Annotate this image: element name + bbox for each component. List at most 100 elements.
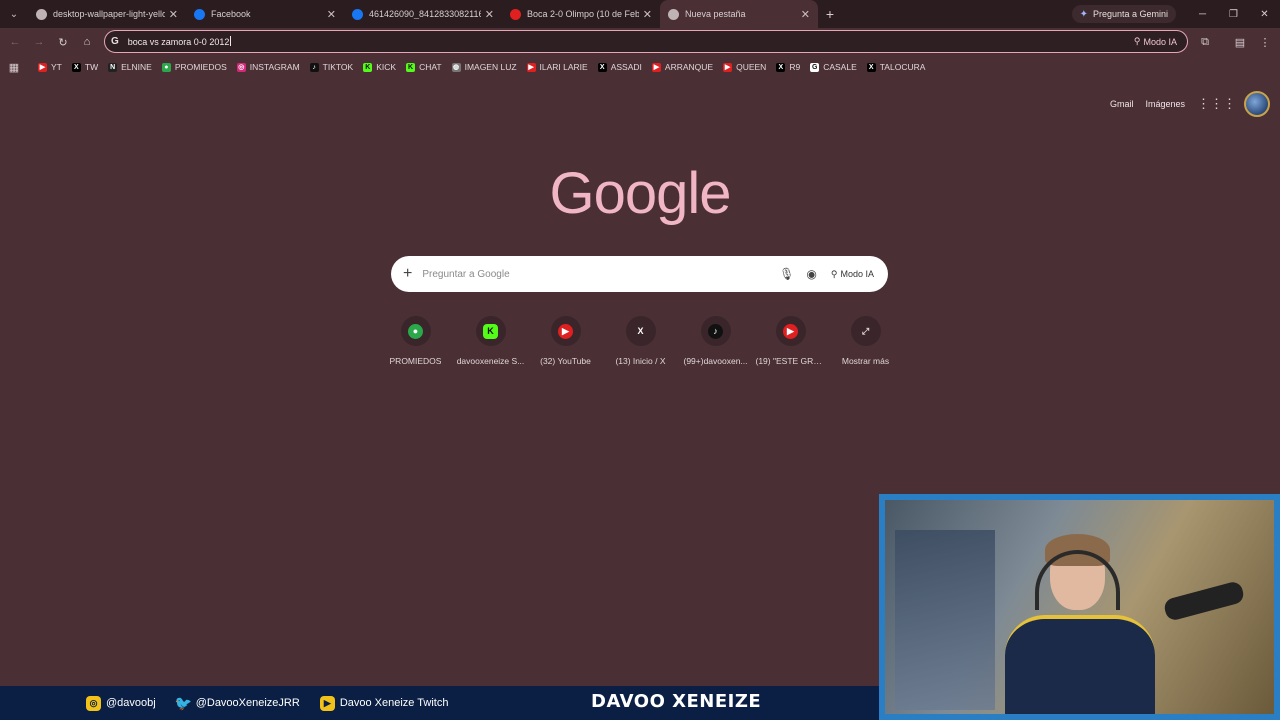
bookmark-queen[interactable]: ▶ QUEEN <box>723 62 766 72</box>
ai-search-icon: ⚲ <box>830 268 838 279</box>
webcam-video <box>885 500 1274 714</box>
ai-mode-chip[interactable]: ⚲ Modo IA <box>1134 36 1177 47</box>
menu-icon[interactable]: ⋮ <box>1256 33 1274 51</box>
bookmark-elnine[interactable]: N ELNINE <box>108 62 152 72</box>
gmail-link[interactable]: Gmail <box>1110 99 1134 109</box>
tab-favicon-icon <box>352 8 363 20</box>
minimize-icon[interactable]: ─ <box>1187 0 1218 28</box>
shortcut-label: (13) Inicio / X <box>615 356 666 366</box>
youtube-icon: ▶ <box>558 323 573 339</box>
lens-icon[interactable]: ◉ <box>806 267 816 281</box>
bookmark-arranque[interactable]: ▶ ARRANQUE <box>651 62 713 72</box>
shortcuts-grid: ● PROMIEDOS Kdavooxeneize S... ▶ (32) YouTub… <box>378 316 903 366</box>
instagram-icon: ◎ <box>236 62 246 72</box>
back-icon[interactable]: ← <box>6 33 24 51</box>
tab-title: Nueva pestaña <box>685 9 746 19</box>
bookmark-instagram[interactable]: ◎ INSTAGRAM <box>236 62 300 72</box>
avatar[interactable] <box>1244 91 1270 117</box>
address-bar-text[interactable]: boca vs zamora 0-0 2012 <box>128 36 1134 47</box>
close-window-icon[interactable]: ✕ <box>1249 0 1280 28</box>
tab-2[interactable]: 461426090_841283308211643 ✕ <box>344 0 502 28</box>
tab-favicon-icon <box>36 8 47 20</box>
globe-icon: ◍ <box>451 62 461 72</box>
bookmark-label: IMAGEN LUZ <box>464 62 517 72</box>
bookmark-kick[interactable]: K KICK <box>363 62 396 72</box>
google-icon: G <box>810 62 820 72</box>
shortcut-icon-wrap: X <box>625 316 656 346</box>
tab-favicon-icon <box>668 8 679 20</box>
ask-gemini-button[interactable]: ✦ Pregunta a Gemini <box>1071 5 1176 23</box>
bookmark-r9[interactable]: X R9 <box>776 62 800 72</box>
close-tab-icon[interactable]: ✕ <box>485 8 494 21</box>
shortcut-tile[interactable]: Kdavooxeneize S... <box>453 316 528 366</box>
reload-icon[interactable]: ↻ <box>54 33 72 51</box>
microphone-icon[interactable]: 🎙 <box>779 267 794 281</box>
shortcut-label: PROMIEDOS <box>389 356 442 366</box>
shortcut-tile[interactable]: ● PROMIEDOS <box>378 316 453 366</box>
bookmark-assadi[interactable]: X ASSADI <box>597 62 642 72</box>
streamer-figure <box>1005 534 1155 714</box>
bookmark-label: QUEEN <box>736 62 767 72</box>
tab-1[interactable]: Facebook ✕ <box>186 0 344 28</box>
bookmark-yt[interactable]: ▶ YT <box>38 62 62 72</box>
webcam-overlay <box>879 494 1280 720</box>
close-tab-icon[interactable]: ✕ <box>643 8 652 21</box>
address-bar[interactable]: G boca vs zamora 0-0 2012 ⚲ Modo IA <box>104 30 1188 53</box>
bookmark-tiktok[interactable]: ♪ TIKTOK <box>309 62 353 72</box>
shortcut-icon-wrap: ● <box>400 316 431 346</box>
shortcut-tile[interactable]: ⤢ Mostrar más <box>828 316 903 366</box>
close-tab-icon[interactable]: ✕ <box>801 8 810 21</box>
tab-4[interactable]: Nueva pestaña ✕ <box>660 0 818 28</box>
x-icon: X <box>71 62 81 72</box>
bookmark-promiedos[interactable]: ● PROMIEDOS <box>161 62 227 72</box>
close-tab-icon[interactable]: ✕ <box>327 8 336 21</box>
bookmark-label: YT <box>51 62 62 72</box>
youtube-icon: ▶ <box>38 62 47 72</box>
tab-search-icon[interactable]: ⌄ <box>0 0 28 28</box>
restore-icon[interactable]: ❐ <box>1218 0 1249 28</box>
tab-0[interactable]: desktop-wallpaper-light-yellow ✕ <box>28 0 186 28</box>
bookmark-tw[interactable]: X TW <box>71 62 98 72</box>
instagram-icon: ◎ <box>86 695 101 711</box>
footer-instagram: ◎ @davoobj <box>86 695 156 711</box>
shortcut-tile[interactable]: ♪ (99+)davooxen... <box>678 316 753 366</box>
bookmark-chat[interactable]: K CHAT <box>406 62 442 72</box>
bookmark-casale[interactable]: G CASALE <box>810 62 857 72</box>
extensions-icon[interactable]: ⧉ <box>1196 33 1214 51</box>
search-input[interactable] <box>422 268 768 280</box>
x-icon: X <box>637 326 644 336</box>
promiedos-icon: ● <box>161 62 171 72</box>
bookmark-label: ILARI LARIE <box>539 62 588 72</box>
new-tab-button[interactable]: + <box>818 0 842 28</box>
bookmark-label: KICK <box>376 62 397 72</box>
twitter-icon: 🐦 <box>174 694 192 711</box>
shortcut-tile[interactable]: X (13) Inicio / X <box>603 316 678 366</box>
bookmark-ilari-larie[interactable]: ▶ ILARI LARIE <box>526 62 588 72</box>
bookmark-talocura[interactable]: X TALOCURA <box>866 62 926 72</box>
tab-3[interactable]: Boca 2-0 Olimpo (10 de Feb, 2 ✕ <box>502 0 660 28</box>
profile-icon[interactable]: ▤ <box>1230 33 1250 51</box>
google-apps-icon[interactable]: ⋮⋮⋮ <box>1197 96 1236 112</box>
apps-grid-icon[interactable]: ▦ <box>0 61 28 74</box>
ai-mode-label: Modo IA <box>1143 36 1177 47</box>
shortcut-icon-wrap: ⤢ <box>850 316 881 346</box>
poster-image <box>895 530 995 710</box>
x-icon: X <box>776 62 786 72</box>
images-link[interactable]: Imágenes <box>1145 99 1185 109</box>
shortcut-tile[interactable]: ▶ (19) "ESTE GRU... <box>753 316 828 366</box>
forward-icon[interactable]: → <box>30 33 48 51</box>
gemini-label: Pregunta a Gemini <box>1092 9 1168 19</box>
tiktok-icon: ♪ <box>309 62 319 72</box>
close-tab-icon[interactable]: ✕ <box>169 8 178 21</box>
bookmark-imagen-luz[interactable]: ◍ IMAGEN LUZ <box>451 62 517 72</box>
shortcut-icon-wrap: ▶ <box>775 316 806 346</box>
tab-favicon-icon <box>194 8 205 20</box>
bookmarks-bar: ▦ ▶ YT X TW N ELNINE ● PROMIEDOS ◎ INSTAGRAM ♪ TIKT… <box>0 57 1280 77</box>
home-icon[interactable]: ⌂ <box>78 33 96 51</box>
tab-title: Facebook <box>211 9 251 19</box>
ai-mode-button[interactable]: ⚲ Modo IA <box>831 269 874 280</box>
plus-icon[interactable]: + <box>403 265 412 283</box>
bookmark-label: TALOCURA <box>879 62 926 72</box>
shortcut-tile[interactable]: ▶ (32) YouTube <box>528 316 603 366</box>
search-box[interactable]: + 🎙 ◉ ⚲ Modo IA <box>391 256 888 292</box>
